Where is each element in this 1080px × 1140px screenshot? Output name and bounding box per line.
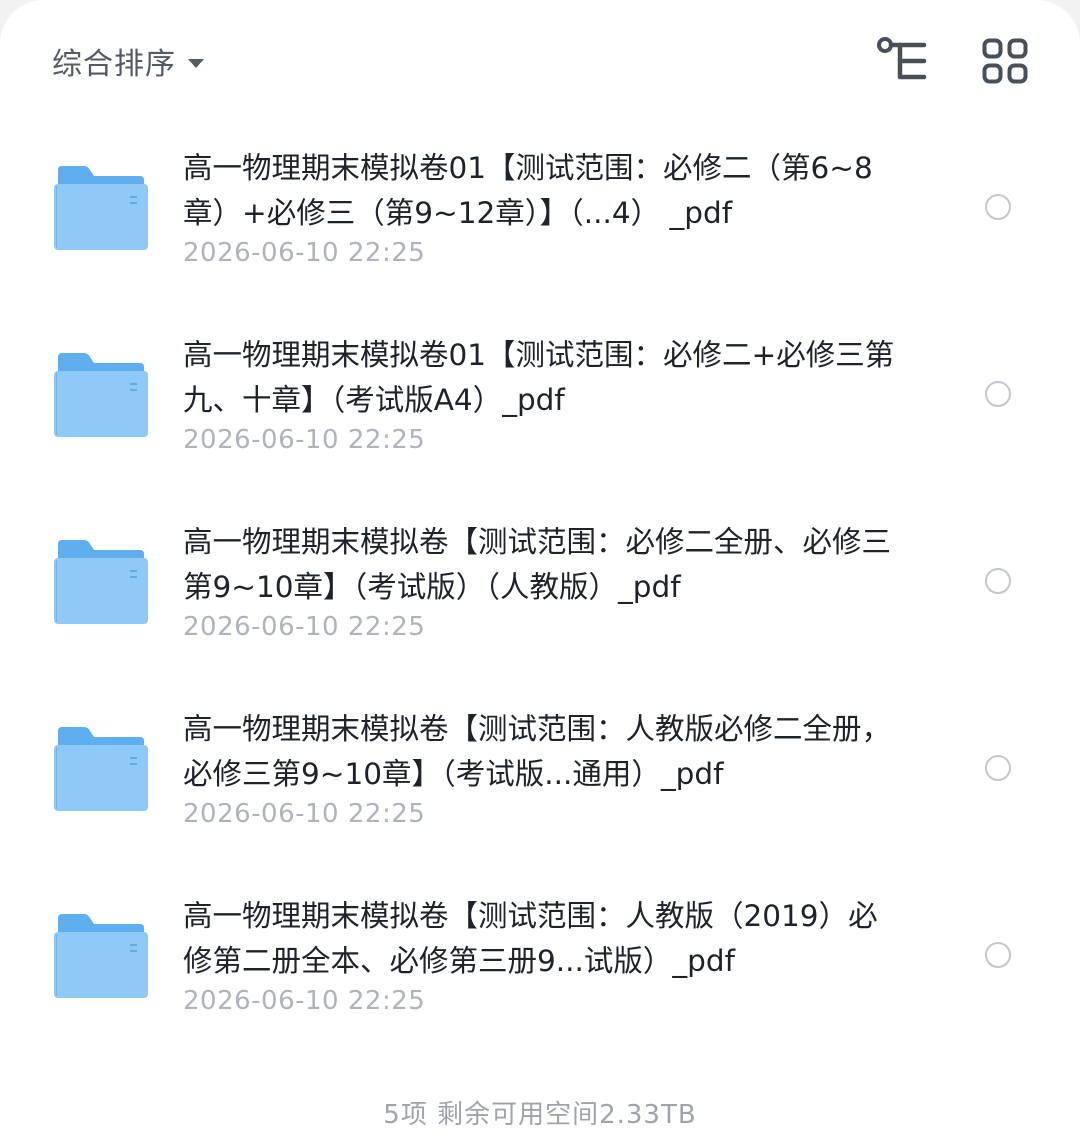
file-row[interactable]: 高一物理期末模拟卷【测试范围：人教版（2019）必修第二册全本、必修第三册9..… <box>0 864 1080 1051</box>
file-name: 高一物理期末模拟卷01【测试范围：必修二（第6~8章）+必修三（第9~12章）】… <box>183 151 873 230</box>
file-name: 高一物理期末模拟卷【测试范围：人教版必修二全册，必修三第9~10章】（考试版..… <box>183 712 892 791</box>
toolbar: 综合排序 <box>52 36 1028 86</box>
select-radio[interactable] <box>985 381 1011 407</box>
file-row[interactable]: 高一物理期末模拟卷【测试范围：必修二全册、必修三第9~10章】（考试版）（人教版… <box>0 490 1080 677</box>
file-list: 高一物理期末模拟卷01【测试范围：必修二（第6~8章）+必修三（第9~12章）】… <box>0 116 1080 1051</box>
select-radio[interactable] <box>985 568 1011 594</box>
file-row[interactable]: 高一物理期末模拟卷01【测试范围：必修二+必修三第九、十章】（考试版A4）_pd… <box>0 303 1080 490</box>
file-row[interactable]: 高一物理期末模拟卷【测试范围：人教版必修二全册，必修三第9~10章】（考试版..… <box>0 677 1080 864</box>
file-date: 2026-06-10 22:25 <box>183 425 426 455</box>
file-name: 高一物理期末模拟卷【测试范围：必修二全册、必修三第9~10章】（考试版）（人教版… <box>183 525 892 604</box>
caret-down-icon <box>188 58 204 68</box>
folder-icon <box>54 540 148 624</box>
file-list-panel: 综合排序 高一物理期末模拟卷01【测试范围：必修二（第6~8章）+必修三（第9~… <box>0 0 1080 1140</box>
file-date: 2026-06-10 22:25 <box>183 238 426 268</box>
folder-icon <box>54 353 148 437</box>
file-row[interactable]: 高一物理期末模拟卷01【测试范围：必修二（第6~8章）+必修三（第9~12章）】… <box>0 116 1080 303</box>
file-date: 2026-06-10 22:25 <box>183 612 426 642</box>
file-date: 2026-06-10 22:25 <box>183 799 426 829</box>
folder-icon <box>54 727 148 811</box>
file-name: 高一物理期末模拟卷01【测试范围：必修二+必修三第九、十章】（考试版A4）_pd… <box>183 338 895 417</box>
sort-label: 综合排序 <box>52 47 176 82</box>
folder-icon <box>54 914 148 998</box>
grid-view-icon[interactable] <box>982 38 1028 84</box>
select-radio[interactable] <box>985 194 1011 220</box>
sort-dropdown[interactable]: 综合排序 <box>52 36 204 86</box>
select-radio[interactable] <box>985 755 1011 781</box>
file-name: 高一物理期末模拟卷【测试范围：人教版（2019）必修第二册全本、必修第三册9..… <box>183 899 878 978</box>
storage-summary: 5项 剩余可用空间2.33TB <box>383 1100 697 1130</box>
folder-icon <box>54 166 148 250</box>
file-date: 2026-06-10 22:25 <box>183 986 426 1016</box>
tree-view-icon[interactable] <box>876 36 930 86</box>
select-radio[interactable] <box>985 942 1011 968</box>
